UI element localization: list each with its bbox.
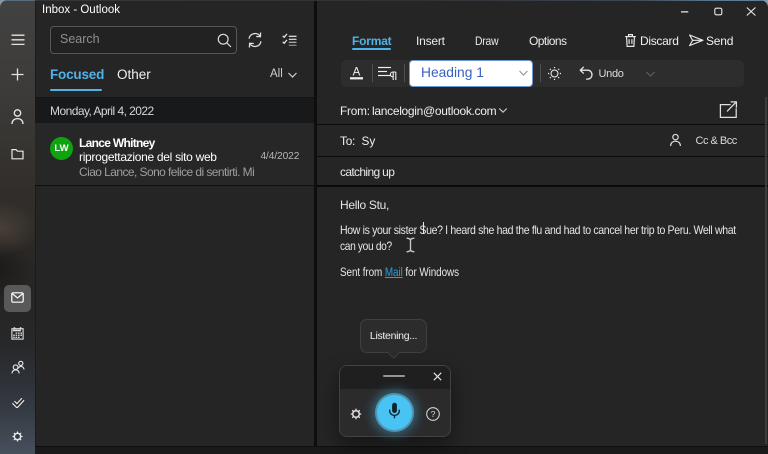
svg-text:?: ? [430,409,435,419]
svg-text:A: A [353,67,361,79]
